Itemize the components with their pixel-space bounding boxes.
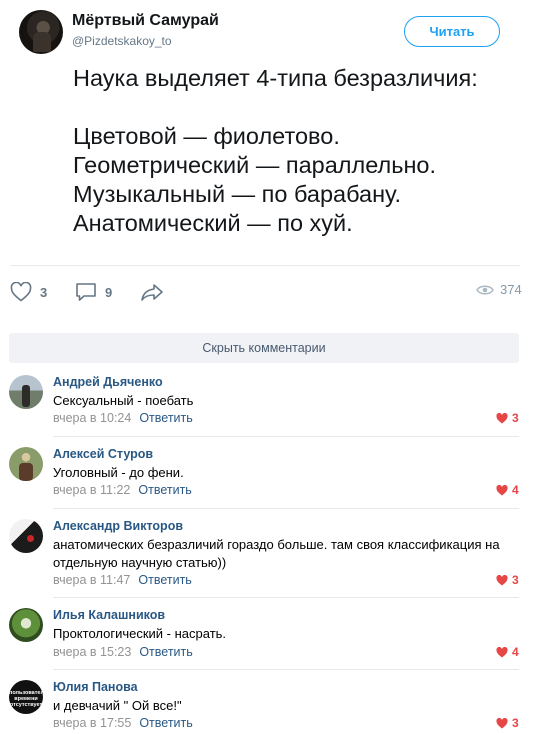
heart-icon [496,717,508,728]
comment-text: Сексуальный - поебать [53,393,194,408]
tweet-text-line: Наука выделяет 4-типа безразличия: [73,65,478,91]
share-button[interactable] [140,282,164,302]
like-count: 3 [40,284,48,300]
comment-like-button[interactable]: 3 [496,573,519,587]
reply-link[interactable]: Ответить [138,483,191,497]
tweet-text-line: Геометрический — параллельно. [73,152,437,178]
comment-like-button[interactable]: 4 [496,645,519,659]
comment-meta: вчера в 11:22 Ответить [53,483,192,497]
tweet-author-handle[interactable]: @Pizdetskakoy_to [72,34,172,48]
comment-like-button[interactable]: 3 [496,411,519,425]
reply-button[interactable]: 9 [75,282,112,302]
follow-button[interactable]: Читать [404,16,500,47]
comment-time[interactable]: вчера в 17:55 [53,716,131,730]
commenter-avatar[interactable]: пользователь времени отсутствует [9,680,43,714]
tweet-author-name[interactable]: Мёртвый Самурай [72,12,219,30]
like-button[interactable]: 3 [10,282,47,302]
comment-author[interactable]: Андрей Дьяченко [53,375,163,389]
comment-text: анатомических безразличий гораздо больше… [53,537,500,570]
tweet-text-line [73,93,523,122]
tweet-author-avatar[interactable] [19,10,63,54]
tweet-text: Наука выделяет 4-типа безразличия: Цвето… [73,64,523,238]
comment-time[interactable]: вчера в 10:24 [53,411,131,425]
comment-like-count: 4 [512,483,519,497]
heart-icon [496,484,508,495]
views-counter: 374 [476,282,522,297]
tweet-text-line: Анатомический — по хуй. [73,210,353,236]
heart-icon [496,646,508,657]
tweet-text-line: Цветовой — фиолетово. [73,123,340,149]
reply-count: 9 [105,284,113,300]
comment-like-count: 4 [512,645,519,659]
views-count: 374 [500,282,522,297]
eye-icon [476,284,494,296]
commenter-avatar[interactable] [9,608,43,642]
comment-author[interactable]: Алексей Стуров [53,447,153,461]
reply-link[interactable]: Ответить [139,411,192,425]
comment-meta: вчера в 15:23 Ответить [53,645,193,659]
comment-divider [53,436,519,437]
comment-like-button[interactable]: 4 [496,483,519,497]
commenter-avatar[interactable] [9,519,43,553]
comment-divider [53,508,519,509]
comment-author[interactable]: Илья Калашников [53,608,165,622]
comment-time[interactable]: вчера в 11:47 [53,573,130,587]
comment-bubble-icon [75,282,97,302]
comment-text: Уголовный - до фени. [53,465,184,480]
comment-divider [53,597,519,598]
comment-author[interactable]: Александр Викторов [53,519,183,533]
reply-link[interactable]: Ответить [139,716,192,730]
heart-outline-icon [10,282,32,302]
heart-icon [496,574,508,585]
comment-text: Проктологический - насрать. [53,626,227,641]
tweet-card: Мёртвый Самурай @Pizdetskakoy_to Читать … [0,0,535,318]
comment-time[interactable]: вчера в 11:22 [53,483,130,497]
comment-like-button[interactable]: 3 [496,716,519,730]
comment-time[interactable]: вчера в 15:23 [53,645,131,659]
tweet-text-line: Музыкальный — по барабану. [73,181,401,207]
reply-link[interactable]: Ответить [138,573,191,587]
hide-comments-button[interactable]: Скрыть комментарии [9,333,519,363]
heart-icon [496,412,508,423]
comment-like-count: 3 [512,573,519,587]
comment-divider [53,669,519,670]
comment-meta: вчера в 10:24 Ответить [53,411,193,425]
comment-meta: вчера в 17:55 Ответить [53,716,193,730]
comment-text: и девчачий " Ой все!" [53,698,182,713]
comment-author[interactable]: Юлия Панова [53,680,138,694]
comment-meta: вчера в 11:47 Ответить [53,573,192,587]
commenter-avatar[interactable] [9,375,43,409]
share-arrow-icon [140,282,164,302]
comment-like-count: 3 [512,716,519,730]
comment-like-count: 3 [512,411,519,425]
commenter-avatar[interactable] [9,447,43,481]
tweet-divider [10,265,520,266]
reply-link[interactable]: Ответить [139,645,192,659]
